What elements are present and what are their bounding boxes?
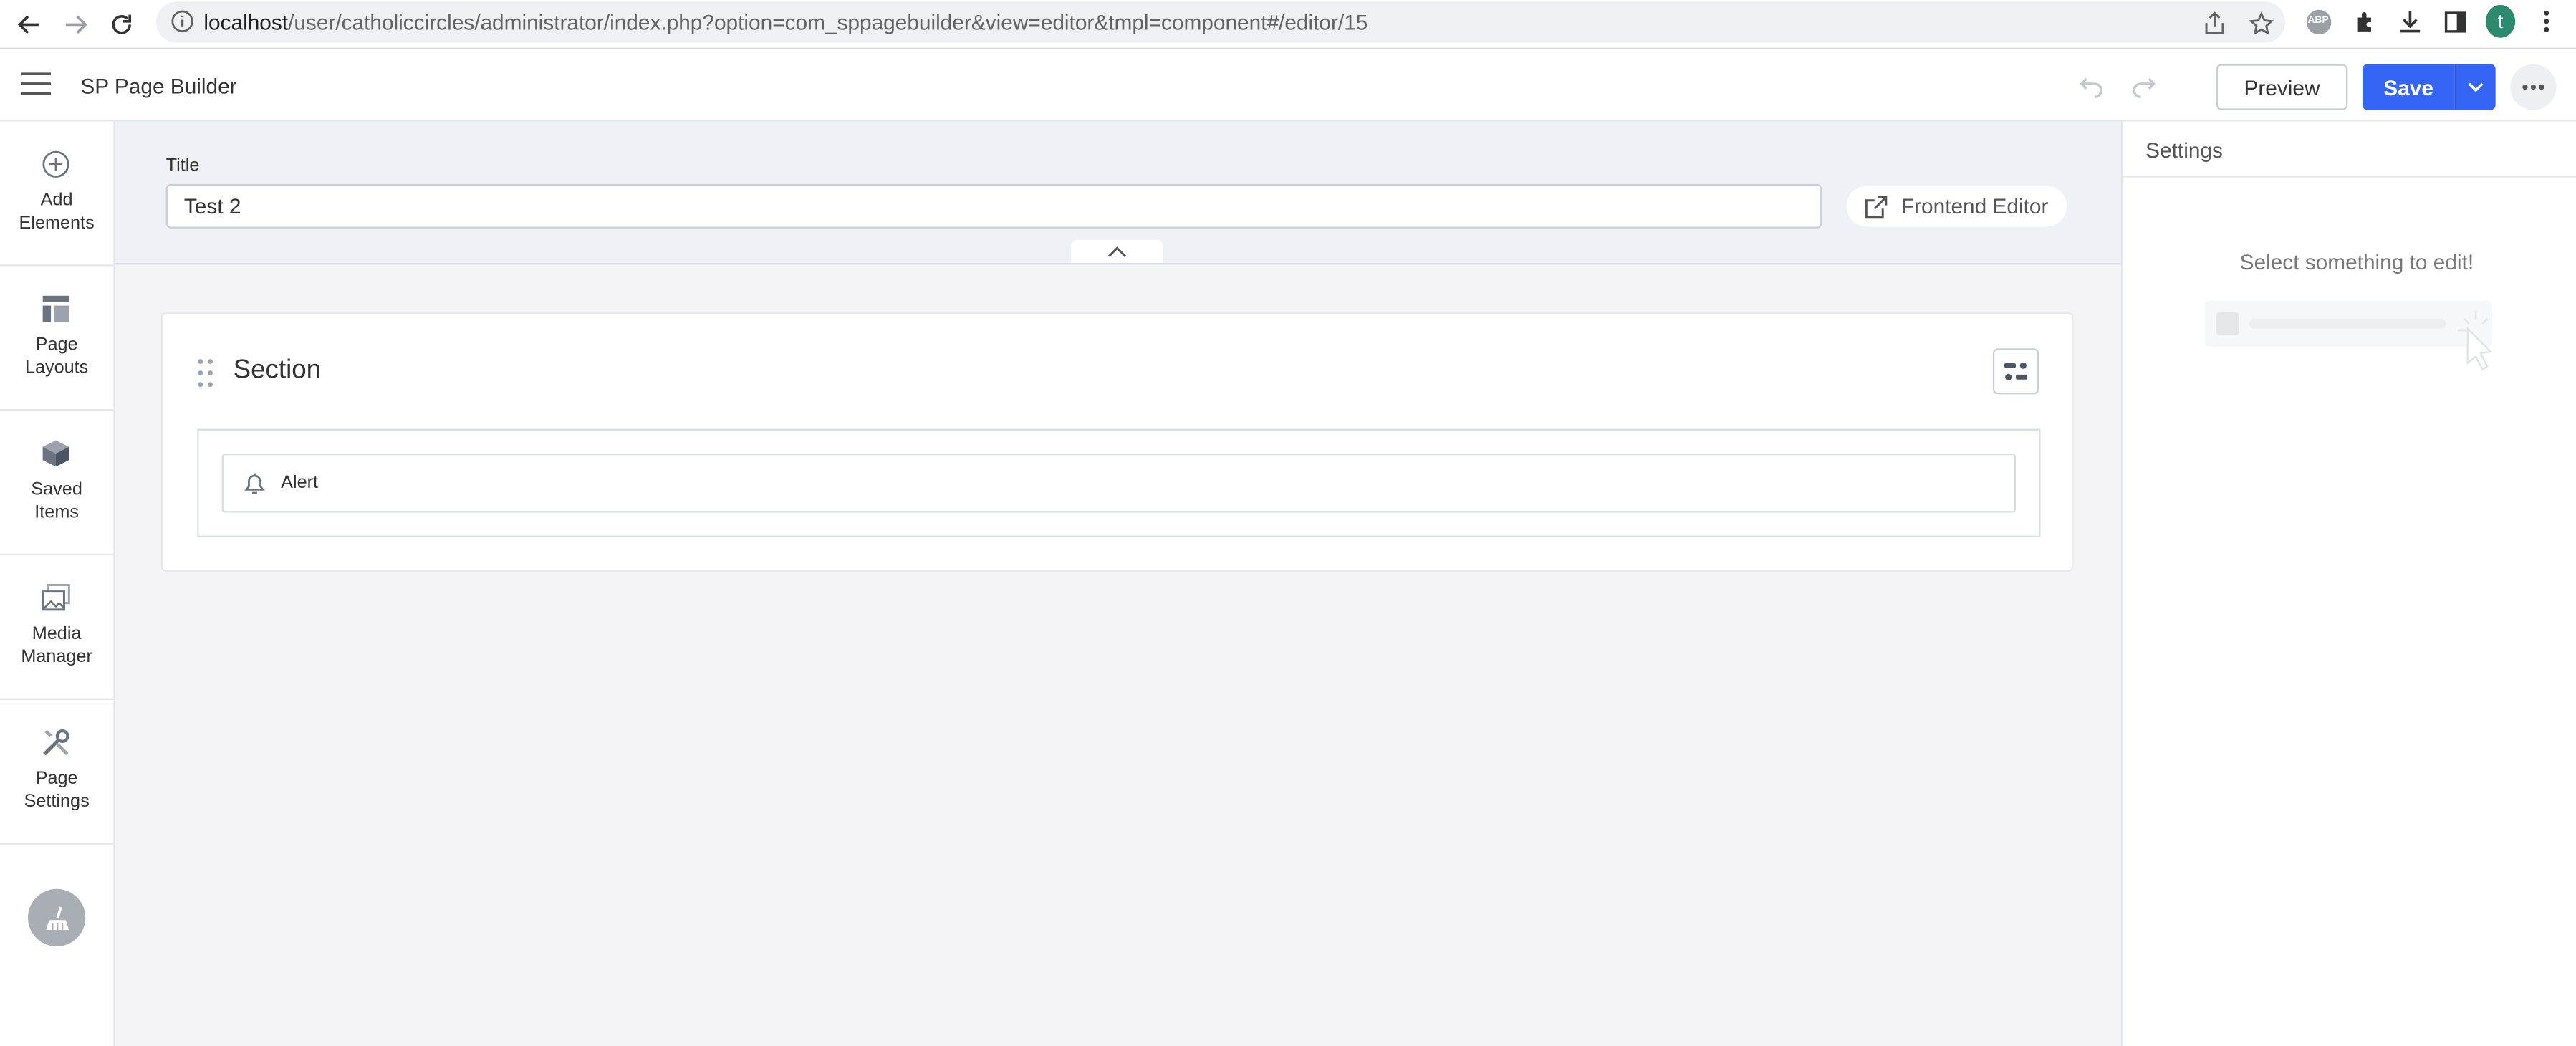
- editor-canvas: Title Test 2 Frontend Editor Section Ale…: [115, 121, 2121, 1046]
- adblock-icon[interactable]: ABP: [2303, 6, 2332, 36]
- app-header: SP Page Builder Preview Save: [0, 51, 2576, 122]
- collapse-title-button[interactable]: [1071, 239, 1163, 263]
- url-path: /user/catholiccircles/administrator/inde…: [288, 9, 1368, 35]
- info-icon[interactable]: [171, 10, 194, 33]
- external-link-icon: [1865, 195, 1888, 218]
- broom-icon: [45, 906, 69, 929]
- drag-handle-icon[interactable]: [197, 358, 213, 388]
- redo-icon[interactable]: [2129, 71, 2158, 100]
- settings-header: Settings: [2123, 122, 2576, 178]
- frontend-editor-label: Frontend Editor: [1900, 193, 2049, 219]
- avatar: t: [2485, 4, 2516, 38]
- browser-toolbar: localhost/user/catholiccircles/administr…: [0, 0, 2576, 49]
- section-options-icon: [2004, 362, 2028, 380]
- section-card[interactable]: Section Alert: [160, 312, 2074, 572]
- frontend-editor-button[interactable]: Frontend Editor: [1846, 186, 2067, 227]
- plus-circle-icon: [39, 148, 72, 181]
- title-panel: Title Test 2 Frontend Editor: [115, 121, 2121, 265]
- url-host: localhost: [203, 9, 289, 35]
- bell-icon: [241, 470, 268, 496]
- preview-button[interactable]: Preview: [2216, 64, 2348, 110]
- left-sidebar: Add Elements Page Layouts Saved Items Me…: [0, 121, 115, 1046]
- sidebar-item-add-elements[interactable]: Add Elements: [0, 122, 114, 267]
- star-icon[interactable]: [2247, 10, 2274, 37]
- forward-icon[interactable]: [56, 5, 95, 44]
- sidebar-item-page-layouts[interactable]: Page Layouts: [0, 267, 114, 411]
- section-settings-button[interactable]: [1992, 348, 2039, 395]
- profile-avatar[interactable]: t: [2485, 4, 2516, 38]
- sidebar-item-saved-items[interactable]: Saved Items: [0, 411, 114, 556]
- address-bar[interactable]: localhost/user/catholiccircles/administr…: [155, 1, 2286, 43]
- back-icon[interactable]: [10, 5, 49, 44]
- section-title: Section: [233, 356, 322, 385]
- sidebar-item-label: Page Layouts: [24, 335, 89, 378]
- addon-name: Alert: [281, 473, 319, 494]
- menu-icon[interactable]: [21, 72, 52, 99]
- save-button[interactable]: Save: [2362, 64, 2455, 110]
- sidebar-item-page-settings[interactable]: Page Settings: [0, 700, 114, 845]
- box-icon: [39, 437, 72, 470]
- reload-icon[interactable]: [102, 5, 141, 44]
- addon-alert[interactable]: Alert: [221, 453, 2017, 513]
- sidebar-item-media-manager[interactable]: Media Manager: [0, 555, 114, 700]
- title-label: Title: [165, 155, 200, 176]
- app-title: SP Page Builder: [80, 74, 237, 99]
- empty-state-message: Select something to edit!: [2239, 249, 2474, 274]
- sidebar-item-label: Media Manager: [21, 624, 92, 668]
- settings-panel: Settings Select something to edit!: [2120, 121, 2576, 1046]
- url-text: localhost/user/catholiccircles/administr…: [203, 10, 1368, 34]
- sidepanel-icon[interactable]: [2440, 6, 2469, 36]
- broom-button[interactable]: [27, 888, 86, 946]
- kebab-icon[interactable]: [2532, 6, 2561, 36]
- tools-icon: [39, 726, 72, 759]
- puzzle-icon[interactable]: [2350, 6, 2379, 36]
- column[interactable]: Alert: [197, 428, 2041, 537]
- settings-title: Settings: [2145, 138, 2223, 163]
- more-options-button[interactable]: [2510, 64, 2557, 110]
- sidebar-item-label: Saved Items: [31, 479, 82, 523]
- adblock-label: ABP: [2305, 9, 2331, 34]
- images-icon: [39, 582, 72, 615]
- save-options-button[interactable]: [2454, 64, 2496, 110]
- layout-icon: [39, 292, 72, 325]
- select-illustration: [2204, 299, 2509, 378]
- ellipsis-icon: [2522, 84, 2544, 90]
- download-icon[interactable]: [2395, 6, 2425, 36]
- sidebar-item-label: Add Elements: [19, 191, 95, 234]
- chevron-down-icon: [2468, 82, 2484, 92]
- chevron-up-icon: [1107, 246, 1127, 256]
- title-input[interactable]: Test 2: [165, 183, 1822, 229]
- undo-icon[interactable]: [2077, 71, 2106, 100]
- share-icon[interactable]: [2201, 10, 2228, 37]
- sidebar-item-label: Page Settings: [24, 769, 90, 812]
